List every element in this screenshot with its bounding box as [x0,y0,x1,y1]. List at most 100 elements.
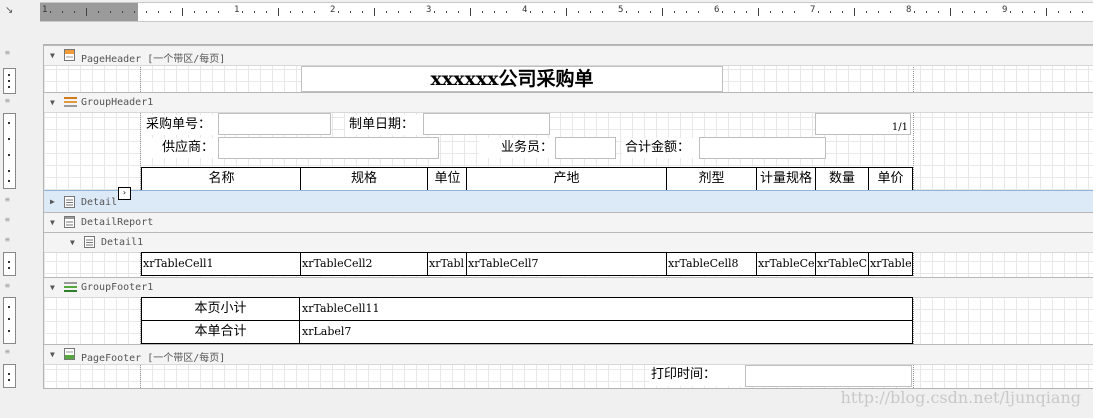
ruler-tick [1022,11,1023,13]
ruler-corner: ↘ [0,0,40,22]
watermark: http://blog.csdn.net/ljunqiang [840,388,1081,407]
total-amount-field[interactable] [699,137,826,159]
ruler-tick [410,11,411,13]
band-resize-handle[interactable] [3,113,16,189]
band-detail-report[interactable]: ▼ DetailReport [44,212,1093,233]
ruler-tick [638,11,639,13]
order-date-label[interactable]: 制单日期： [345,115,423,135]
ruler-tick [566,8,567,16]
table-header-cell[interactable]: 规格 [300,167,428,191]
gutter-grip: ≡ [5,235,10,244]
band-resize-handle[interactable] [3,68,16,94]
ruler-tick [74,11,75,13]
ruler-tick [554,11,555,13]
ruler-tick [602,11,603,13]
ruler-tick [470,8,471,16]
table-header-cell[interactable]: 单位 [427,167,468,191]
gutter-grip: ≡ [5,96,10,105]
order-date-field[interactable] [423,113,550,135]
band-detail1[interactable]: ▼ Detail1 [44,232,1093,253]
ruler-tick [590,11,591,13]
ruler-tick [482,11,483,13]
ruler-tick [206,11,207,13]
ruler-corner-icon[interactable]: ↘ [5,5,13,16]
supplier-field[interactable] [218,137,439,159]
ruler-tick [746,11,747,13]
triangle-down-icon[interactable]: ▼ [50,98,55,107]
band-detail[interactable]: ▶ Detail [44,190,1093,214]
total-amount-label[interactable]: 合计金额： [622,138,700,158]
triangle-down-icon[interactable]: ▼ [50,350,55,359]
print-time-label[interactable]: 打印时间： [649,365,745,386]
po-number-label[interactable]: 采购单号： [142,115,218,135]
gutter-grip: ≡ [5,215,10,224]
band-group-footer[interactable]: ▼ GroupFooter1 [44,277,1093,298]
report-title[interactable]: xxxxxx公司采购单 [301,66,723,92]
detail-table-cell[interactable]: xrTableCell1 [141,252,302,276]
triangle-down-icon[interactable]: ▼ [70,238,75,247]
salesman-field[interactable] [555,137,616,159]
table-header-cell[interactable]: 产地 [466,167,667,191]
report-design-surface[interactable]: ▼ PageHeader [一个带区/每页] xxxxxx公司采购单 ▼ Gro… [43,44,1093,389]
page-subtotal-label[interactable]: 本页小计 [141,297,300,321]
ruler-number: 1 [42,5,48,15]
detail-table-cell[interactable]: xrTable [868,252,913,276]
triangle-right-icon[interactable]: ▶ [50,197,55,206]
ruler-tick [458,11,459,13]
table-header-cell[interactable]: 计量规格 [756,167,816,191]
smart-tag-icon[interactable]: › [118,187,131,200]
ruler-tick [686,11,687,13]
band-caption: DetailReport [81,217,154,228]
detail-table-cell[interactable]: xrTableCell7 [466,252,667,276]
ruler-tick [1070,11,1071,13]
ruler-tick [650,11,651,13]
detail-table-cell[interactable]: xrTableCell8 [666,252,757,276]
band-caption: Detail1 [101,237,144,248]
salesman-label[interactable]: 业务员： [479,138,555,158]
order-total-value[interactable]: xrLabel7 [299,320,913,344]
ruler-tick [578,11,579,13]
table-header-cell[interactable]: 单价 [868,167,913,191]
print-time-field[interactable] [745,365,912,387]
detail-table-cell[interactable]: xrTableC [815,252,869,276]
ruler-tick [386,11,387,13]
horizontal-ruler[interactable]: 1 1 2 3 4 5 6 7 8 9 [40,2,1093,22]
triangle-down-icon[interactable]: ▼ [50,283,55,292]
detail-table-cell[interactable]: xrTableCe [756,252,816,276]
page-number[interactable]: 1/1 [815,113,911,135]
page-subtotal-value[interactable]: xrTableCell11 [299,297,913,321]
ruler-tick [962,11,963,13]
ruler-tick [530,11,531,13]
band-resize-handle[interactable] [3,252,16,276]
band-resize-handle[interactable] [3,364,16,388]
ruler-tick [1034,11,1035,13]
detail-table-cell[interactable]: xrTableCell2 [300,252,428,276]
ruler-tick [398,11,399,13]
band-page-footer[interactable]: ▼ PageFooter [一个带区/每页] [44,344,1093,365]
ruler-tick [302,11,303,13]
supplier-label[interactable]: 供应商： [142,138,218,158]
table-header-cell[interactable]: 剂型 [666,167,757,191]
ruler-tick [170,11,171,13]
triangle-down-icon[interactable]: ▼ [50,218,55,227]
band-resize-handle[interactable] [3,297,16,344]
detail-icon [64,196,75,208]
table-header-cell[interactable]: 数量 [815,167,869,191]
ruler-number: 6 [714,5,720,15]
detail-icon [84,236,95,248]
ruler-tick [254,11,255,13]
triangle-down-icon[interactable]: ▼ [50,51,55,60]
order-total-label[interactable]: 本单合计 [141,320,300,344]
ruler-tick [662,8,663,16]
ruler-tick [974,11,975,13]
po-number-field[interactable] [218,113,331,135]
band-page-header[interactable]: ▼ PageHeader [一个带区/每页] [44,45,1093,66]
ruler-tick [626,11,627,13]
group-footer-icon [64,281,77,293]
ruler-number: 1 [234,5,240,15]
detail-table-cell[interactable]: xrTabl [427,252,468,276]
table-header-cell[interactable]: 名称 [141,167,302,191]
band-group-header[interactable]: ▼ GroupHeader1 [44,92,1093,113]
ruler-tick [950,8,951,16]
ruler-tick [338,11,339,13]
